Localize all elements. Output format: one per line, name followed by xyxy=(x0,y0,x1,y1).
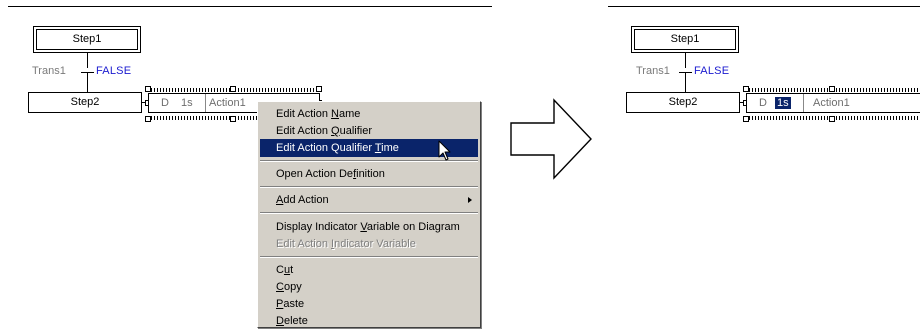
diagram-top-border-left xyxy=(8,6,492,7)
selection-handle[interactable] xyxy=(316,86,322,92)
menu-item-cut[interactable]: Cut xyxy=(260,261,478,279)
selection-handle[interactable] xyxy=(145,116,151,122)
selection-handle[interactable] xyxy=(230,116,236,122)
mouse-pointer-icon xyxy=(438,140,451,161)
step2-box[interactable]: Step2 xyxy=(626,92,740,113)
step2-box[interactable]: Step2 xyxy=(28,92,142,113)
step1-box[interactable]: Step1 xyxy=(631,26,739,53)
menu-item-add-action[interactable]: Add Action xyxy=(260,191,478,209)
menu-item-copy[interactable]: Copy xyxy=(260,278,478,296)
connector-step1-to-trans xyxy=(87,53,88,68)
action-qualifier-time[interactable]: 1s xyxy=(181,97,193,109)
selection-handle[interactable] xyxy=(829,86,835,92)
action-qualifier[interactable]: D xyxy=(161,97,169,109)
transition-condition[interactable]: FALSE xyxy=(694,65,729,77)
transition-label: Trans1 xyxy=(32,65,66,77)
step1-box[interactable]: Step1 xyxy=(33,26,141,53)
menu-item-open-action-definition[interactable]: Open Action Definition xyxy=(260,165,478,183)
diagram-top-border-right xyxy=(608,6,920,7)
connector-trans-to-step2 xyxy=(685,73,686,92)
menu-item-edit-action-qualifier[interactable]: Edit Action Qualifier xyxy=(260,122,478,140)
menu-item-paste[interactable]: Paste xyxy=(260,295,478,313)
action-divider xyxy=(803,94,804,112)
right-arrow-icon xyxy=(510,98,592,180)
action-divider xyxy=(205,94,206,112)
action-qualifier-time-edit[interactable]: 1s xyxy=(775,97,791,109)
action-name[interactable]: Action1 xyxy=(209,97,246,109)
menu-separator xyxy=(260,212,478,214)
action-qualifier[interactable]: D xyxy=(759,97,767,109)
menu-separator xyxy=(260,186,478,188)
selection-handle[interactable] xyxy=(743,116,749,122)
action-block[interactable]: D 1s Action1 xyxy=(746,93,920,113)
selection-handle[interactable] xyxy=(230,86,236,92)
menu-item-edit-action-indicator-variable: Edit Action Indicator Variable xyxy=(276,238,416,250)
transition-label: Trans1 xyxy=(636,65,670,77)
menu-item-delete[interactable]: Delete xyxy=(260,312,478,330)
connector-step1-to-trans xyxy=(685,53,686,68)
action-name[interactable]: Action1 xyxy=(813,97,850,109)
submenu-arrow-icon xyxy=(468,197,472,203)
menu-item-display-indicator-variable[interactable]: Display Indicator Variable on Diagram xyxy=(260,218,478,236)
transition-condition[interactable]: FALSE xyxy=(96,65,131,77)
selection-handle[interactable] xyxy=(829,116,835,122)
selection-handle[interactable] xyxy=(743,86,749,92)
connector-trans-to-step2 xyxy=(87,73,88,92)
menu-item-edit-action-name[interactable]: Edit Action Name xyxy=(260,105,478,123)
selection-handle[interactable] xyxy=(145,86,151,92)
context-menu: Edit Action Name Edit Action Qualifier E… xyxy=(257,101,481,328)
menu-separator xyxy=(260,256,478,258)
